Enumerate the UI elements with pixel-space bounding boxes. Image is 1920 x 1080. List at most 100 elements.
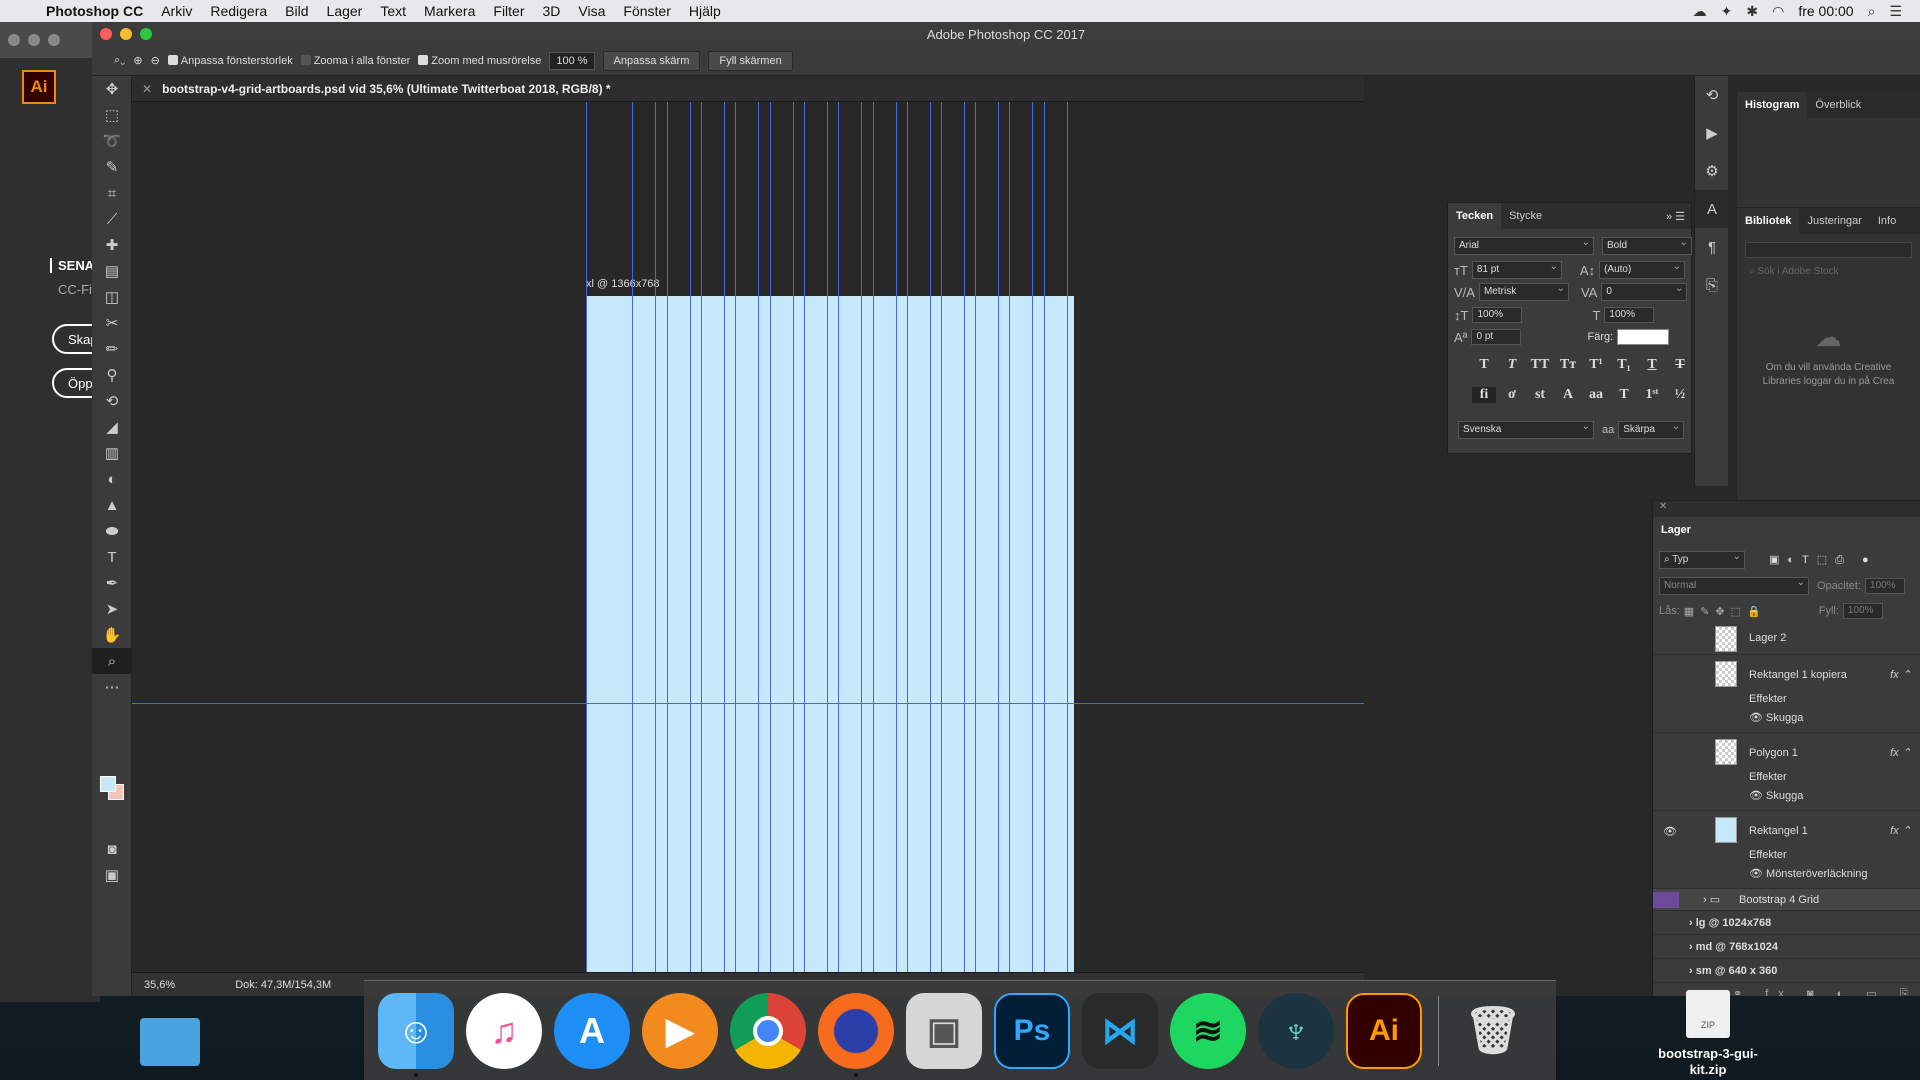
move-tool-icon[interactable]: ✥ bbox=[92, 76, 132, 102]
patch-tool-icon[interactable]: ▤ bbox=[92, 258, 132, 284]
menu-hjalp[interactable]: Hjälp bbox=[689, 3, 721, 19]
creative-cloud-icon[interactable]: ☁ bbox=[1693, 3, 1707, 20]
fractions-icon[interactable]: ½ bbox=[1668, 387, 1692, 403]
window-close-icon[interactable] bbox=[8, 34, 20, 46]
discretionary-ligatures-icon[interactable]: st bbox=[1528, 387, 1552, 403]
vertical-guide[interactable] bbox=[586, 102, 587, 972]
document-tab[interactable]: ✕ bootstrap-v4-grid-artboards.psd vid 35… bbox=[132, 76, 1364, 102]
menu-list-icon[interactable]: ☰ bbox=[1889, 3, 1902, 20]
tab-layers[interactable]: Lager bbox=[1653, 517, 1699, 543]
underline-icon[interactable]: T bbox=[1640, 357, 1664, 373]
layer-row[interactable]: 👁 Rektangel 1 fx ⌃ Effekter 👁 Mönsteröve… bbox=[1653, 811, 1920, 889]
type-tool-icon[interactable]: T bbox=[92, 544, 132, 570]
superscript-icon[interactable]: T¹ bbox=[1584, 357, 1608, 373]
foreground-color-swatch[interactable] bbox=[100, 776, 116, 792]
trash-icon[interactable]: 🗑 bbox=[1455, 993, 1531, 1069]
brush-tool-icon[interactable]: ✏ bbox=[92, 336, 132, 362]
fx-icon[interactable]: fx ⌃ bbox=[1890, 668, 1911, 681]
layer-filter-icons[interactable]: ▣◐T⬚⎙ bbox=[1769, 553, 1852, 567]
old-style-icon[interactable]: ơ bbox=[1500, 387, 1524, 403]
vertical-guide[interactable] bbox=[1067, 102, 1068, 972]
zoom-in-icon[interactable]: ⊕ bbox=[133, 54, 142, 67]
layer-filter-select[interactable]: ⌕ Typ bbox=[1659, 551, 1745, 569]
zip-file-label[interactable]: bootstrap-3-gui-kit.zip bbox=[1646, 1046, 1770, 1078]
tab-adjustments[interactable]: Justeringar bbox=[1799, 208, 1869, 234]
desktop-folder-icon[interactable] bbox=[140, 1018, 200, 1066]
fx-icon[interactable]: fx ⌃ bbox=[1890, 746, 1911, 759]
more-tools-icon[interactable]: ⋯ bbox=[92, 674, 132, 700]
fx-icon[interactable]: fx ⌃ bbox=[1890, 824, 1911, 837]
finder-icon[interactable]: ☺ bbox=[378, 992, 454, 1077]
panel-menu-icon[interactable]: » ☰ bbox=[1666, 210, 1691, 223]
spotlight-search-icon[interactable]: ⌕ bbox=[1868, 3, 1876, 20]
stock-search-input[interactable]: ⌕ Sök i Adobe Stock bbox=[1745, 266, 1912, 282]
illustrator-dock-icon[interactable]: Ai bbox=[1346, 992, 1422, 1069]
vertical-guide[interactable] bbox=[1009, 102, 1010, 972]
effect-item[interactable]: 👁 Skugga bbox=[1749, 789, 1803, 802]
artboard-row[interactable]: › lg @ 1024x768 bbox=[1653, 911, 1920, 935]
window-zoom-icon[interactable] bbox=[48, 34, 60, 46]
vertical-guide[interactable] bbox=[975, 102, 976, 972]
lasso-tool-icon[interactable]: ➰ bbox=[92, 128, 132, 154]
eyedropper-tool-icon[interactable]: ⟋ bbox=[92, 206, 132, 232]
status-zoom[interactable]: 35,6% bbox=[144, 979, 175, 991]
font-size-select[interactable]: 81 pt bbox=[1471, 261, 1562, 279]
menubar-clock[interactable]: fre 00:00 bbox=[1798, 3, 1853, 19]
horizontal-guide[interactable] bbox=[132, 703, 1364, 704]
preview-icon[interactable]: ▣ bbox=[906, 992, 982, 1069]
layers-footer-icons[interactable]: ⚭ fx ◙ ◐ ▭ ⎘ 🗑 bbox=[1733, 987, 1920, 996]
artboard-name[interactable]: › lg @ 1024x768 bbox=[1689, 917, 1771, 929]
healing-brush-tool-icon[interactable]: ✚ bbox=[92, 232, 132, 258]
vertical-guide[interactable] bbox=[998, 102, 999, 972]
crop-tool-icon[interactable]: ⌗ bbox=[92, 180, 132, 206]
lock-icons[interactable]: ▦✎✥⬚🔒 bbox=[1684, 605, 1767, 618]
dodge-tool-icon[interactable]: ⬬ bbox=[92, 518, 132, 544]
effect-item[interactable]: 👁 Skugga bbox=[1749, 711, 1803, 724]
effect-item[interactable]: 👁 Mönsteröverläckning bbox=[1749, 867, 1868, 880]
chrome-icon[interactable] bbox=[730, 992, 806, 1069]
vertical-guide[interactable] bbox=[690, 102, 691, 972]
menu-app-name[interactable]: Photoshop CC bbox=[46, 3, 143, 19]
titling-alternates-icon[interactable]: T bbox=[1612, 387, 1636, 403]
vertical-guide[interactable] bbox=[838, 102, 839, 972]
layer-name[interactable]: Lager 2 bbox=[1749, 632, 1786, 644]
zoom-out-icon[interactable]: ⊖ bbox=[151, 54, 160, 67]
zoom-tool-icon[interactable]: ⌕⌄ bbox=[114, 54, 125, 67]
notification-icon[interactable]: ✦ bbox=[1721, 3, 1733, 20]
itunes-icon[interactable]: ♫ bbox=[466, 992, 542, 1069]
window-close-icon[interactable] bbox=[100, 28, 112, 40]
group-name[interactable]: Bootstrap 4 Grid bbox=[1739, 894, 1819, 906]
vertical-guide[interactable] bbox=[907, 102, 908, 972]
vertical-guide[interactable] bbox=[655, 102, 656, 972]
artboard-name[interactable]: › sm @ 640 x 360 bbox=[1689, 965, 1777, 977]
layer-group-row[interactable]: › ▭ Bootstrap 4 Grid bbox=[1653, 889, 1920, 911]
paragraph-panel-icon[interactable]: ¶ bbox=[1695, 228, 1729, 266]
group-folder-icon[interactable]: › ▭ bbox=[1703, 893, 1720, 906]
strikethrough-icon[interactable]: T bbox=[1668, 357, 1692, 373]
pen-tool-icon[interactable]: ✒ bbox=[92, 570, 132, 596]
vertical-guide[interactable] bbox=[770, 102, 771, 972]
vertical-guide[interactable] bbox=[724, 102, 725, 972]
quick-mask-icon[interactable]: ◙ bbox=[92, 836, 132, 862]
vertical-guide[interactable] bbox=[793, 102, 794, 972]
fill-input[interactable]: 100% bbox=[1842, 603, 1883, 619]
quick-selection-tool-icon[interactable]: ✎ bbox=[92, 154, 132, 180]
glyphs-panel-icon[interactable]: ⎘ bbox=[1695, 266, 1729, 304]
zip-file-icon[interactable]: ZIP bbox=[1686, 990, 1730, 1038]
vertical-guide[interactable] bbox=[873, 102, 874, 972]
vertical-guide[interactable] bbox=[941, 102, 942, 972]
layer-name[interactable]: Rektangel 1 bbox=[1749, 825, 1808, 837]
small-caps-icon[interactable]: Tт bbox=[1556, 357, 1580, 373]
font-family-select[interactable]: Arial bbox=[1454, 237, 1594, 255]
tab-navigator[interactable]: Överblick bbox=[1807, 92, 1869, 118]
layer-row[interactable]: Polygon 1 fx ⌃ Effekter 👁 Skugga bbox=[1653, 733, 1920, 811]
layer-row[interactable]: Rektangel 1 kopiera fx ⌃ Effekter 👁 Skug… bbox=[1653, 655, 1920, 733]
sharpen-tool-icon[interactable]: ▲ bbox=[92, 492, 132, 518]
artboard-row[interactable]: › md @ 768x1024 bbox=[1653, 935, 1920, 959]
gitkraken-icon[interactable]: ♆ bbox=[1258, 992, 1334, 1069]
vscode-icon[interactable]: ⋈ bbox=[1082, 992, 1158, 1069]
menu-text[interactable]: Text bbox=[380, 3, 406, 19]
blend-mode-select[interactable]: Normal bbox=[1659, 577, 1809, 595]
menu-bild[interactable]: Bild bbox=[285, 3, 308, 19]
gradient-tool-icon[interactable]: ▥ bbox=[92, 440, 132, 466]
